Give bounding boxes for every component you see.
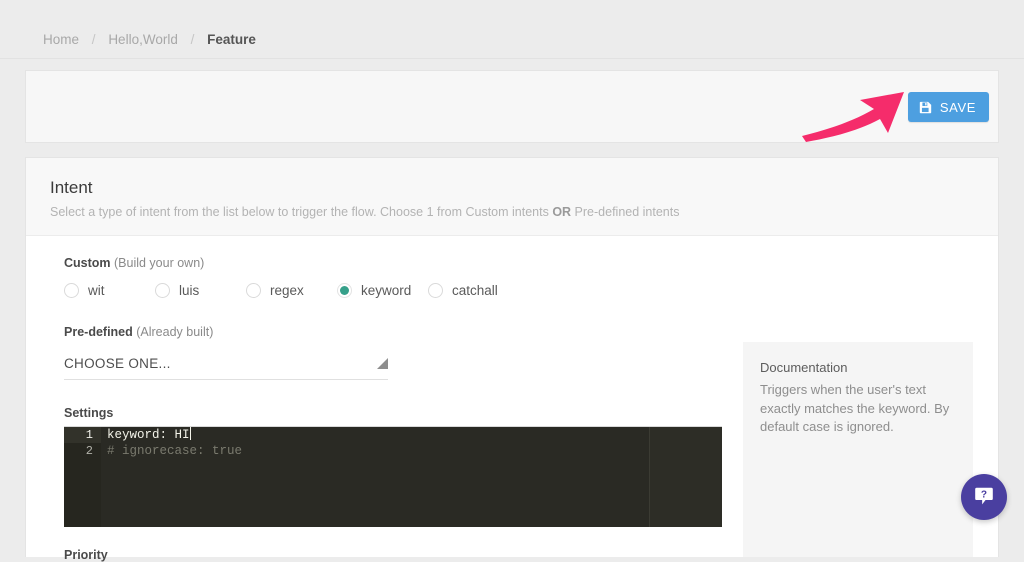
radio-label: luis [179,283,200,298]
code-line-comment: # ignorecase: true [107,444,243,458]
intent-card-body: Custom (Build your own) wit luis regex k… [26,236,998,562]
settings-code-editor[interactable]: 1 2 keyword: HI # ignorecase: true [64,426,722,527]
breadcrumb: Home / Hello,World / Feature [43,31,256,49]
radio-circle-icon [155,283,170,298]
radio-option-wit[interactable]: wit [64,283,155,298]
floppy-disk-save-icon [919,101,932,114]
radio-circle-selected-icon [337,283,352,298]
editor-code-area[interactable]: keyword: HI # ignorecase: true [101,427,722,527]
app-page: Home / Hello,World / Feature SAVE Intent… [0,0,1024,562]
documentation-panel: Documentation Triggers when the user's t… [743,342,973,557]
intent-card-subtitle: Select a type of intent from the list be… [50,205,679,219]
predefined-group-label-strong: Pre-defined [64,325,133,339]
radio-option-regex[interactable]: regex [246,283,337,298]
predefined-block: Pre-defined (Already built) CHOOSE ONE..… [64,325,724,380]
settings-block: Settings 1 2 keyword: HI # ignorecase: t… [64,406,724,527]
custom-group-label-strong: Custom [64,256,111,270]
line-number: 1 [64,427,101,443]
intent-form-column: Custom (Build your own) wit luis regex k… [64,256,724,562]
custom-group-label: Custom (Build your own) [64,256,724,270]
predefined-group-label: Pre-defined (Already built) [64,325,724,339]
documentation-title: Documentation [760,360,848,375]
intent-card-header: Intent Select a type of intent from the … [26,158,998,236]
breadcrumb-item-feature: Feature [207,32,256,47]
breadcrumb-separator: / [190,32,195,47]
breadcrumb-bar: Home / Hello,World / Feature [0,0,1024,59]
predefined-intent-select[interactable]: CHOOSE ONE... [64,352,388,380]
save-button-label: SAVE [939,99,976,115]
radio-circle-icon [428,283,443,298]
priority-label: Priority [64,548,108,562]
breadcrumb-separator: / [91,32,96,47]
select-selected-value: CHOOSE ONE... [64,356,171,371]
code-line-text: keyword: HI [107,428,190,442]
question-mark-chat-bubble-icon: ? [973,485,995,510]
intent-subtitle-or: OR [552,205,572,219]
custom-intent-radio-group: wit luis regex keyword catchall [64,283,724,298]
radio-option-luis[interactable]: luis [155,283,246,298]
breadcrumb-item-home[interactable]: Home [43,32,79,47]
help-button[interactable]: ? [961,474,1007,520]
dropdown-triangle-icon [377,358,388,369]
radio-circle-icon [64,283,79,298]
text-cursor [189,427,191,440]
radio-option-keyword[interactable]: keyword [337,283,428,298]
editor-line-number-gutter: 1 2 [64,427,101,527]
code-line: keyword: HI [101,427,722,443]
radio-label: keyword [361,283,412,298]
predefined-group-label-note: (Already built) [132,325,214,339]
settings-label: Settings [64,406,114,420]
intent-subtitle-part2: Pre-defined intents [571,205,680,219]
radio-label: regex [270,283,304,298]
documentation-text: Triggers when the user's text exactly ma… [760,382,950,434]
save-button[interactable]: SAVE [907,92,989,122]
breadcrumb-item-hello-world[interactable]: Hello,World [108,32,178,47]
toolbar-card: SAVE [25,70,999,143]
radio-circle-icon [246,283,261,298]
intent-card: Intent Select a type of intent from the … [25,157,999,562]
line-number: 2 [85,444,93,458]
custom-group-label-note: (Build your own) [110,256,205,270]
radio-label: wit [88,283,105,298]
intent-subtitle-part1: Select a type of intent from the list be… [50,205,553,219]
radio-option-catchall[interactable]: catchall [428,283,519,298]
radio-label: catchall [452,283,498,298]
svg-text:?: ? [981,489,987,500]
page-title: Intent [50,178,93,197]
